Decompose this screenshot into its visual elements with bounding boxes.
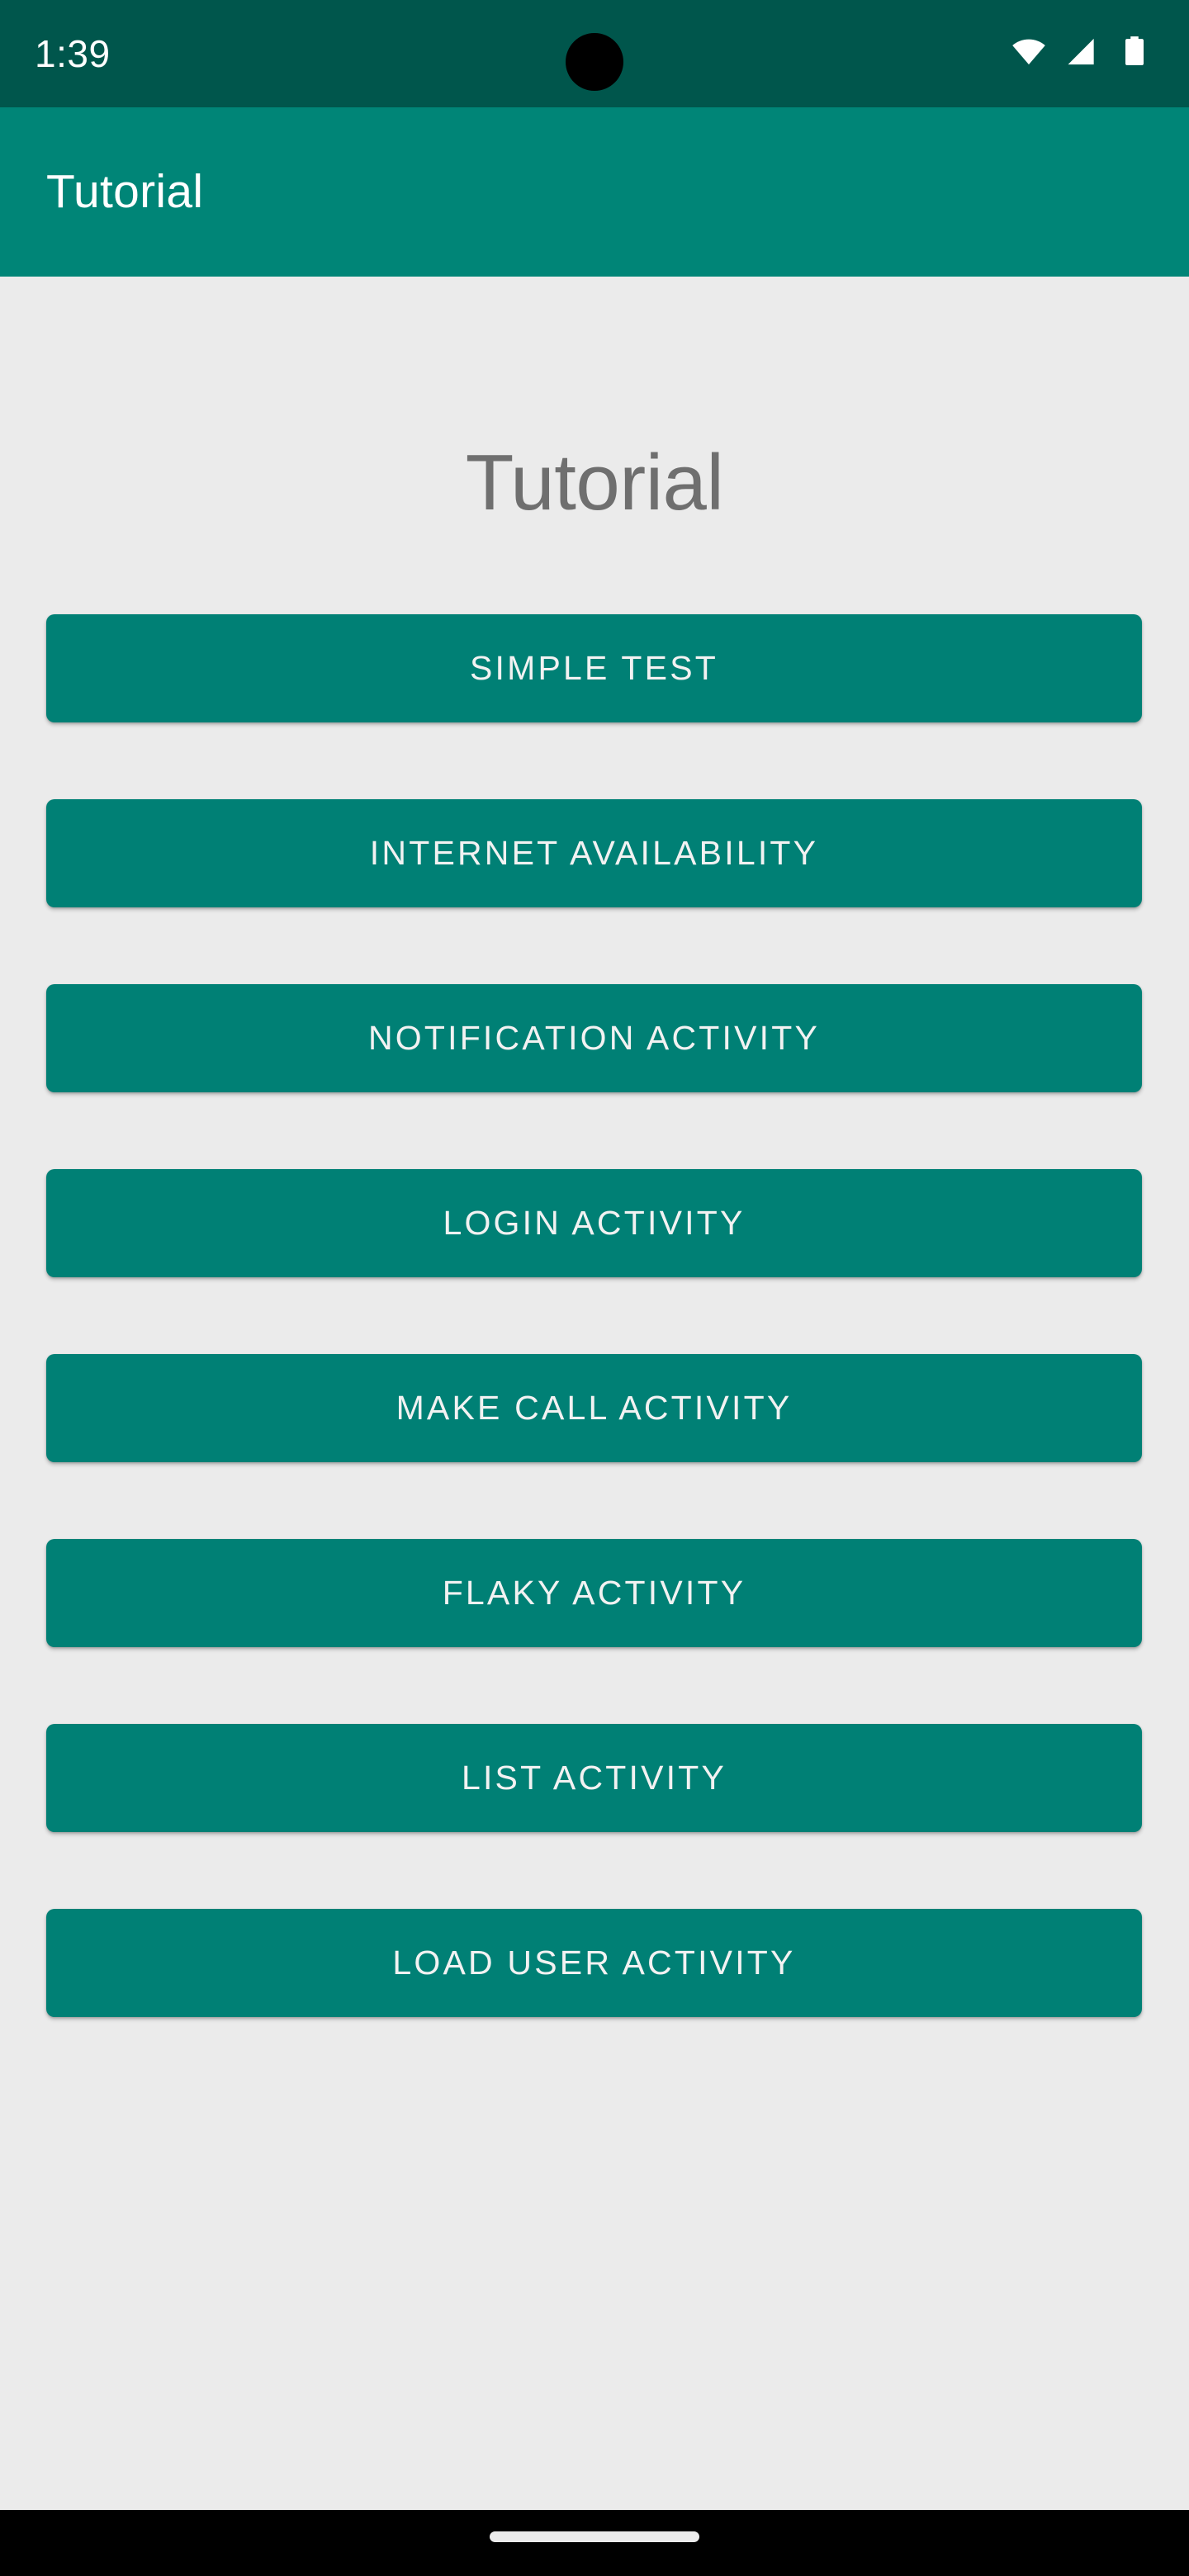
load-user-activity-button[interactable]: LOAD USER ACTIVITY [46,1909,1142,2017]
activity-button-list: SIMPLE TEST INTERNET AVAILABILITY NOTIFI… [46,614,1142,2017]
status-bar-clock: 1:39 [35,32,111,75]
page-title: Tutorial [465,438,724,527]
internet-availability-button[interactable]: INTERNET AVAILABILITY [46,799,1142,907]
wifi-icon [1011,34,1047,74]
cellular-signal-icon [1063,34,1100,74]
system-navigation-bar [0,2510,1189,2576]
status-bar: 1:39 [0,0,1189,107]
app-bar-title: Tutorial [46,165,204,218]
camera-punch-hole [566,33,623,91]
app-bar: Tutorial [0,107,1189,277]
phone-screen: 1:39 Tutorial Tutorial SIMPLE TEST INTER… [0,0,1189,2576]
main-content: Tutorial SIMPLE TEST INTERNET AVAILABILI… [0,277,1189,2510]
simple-test-button[interactable]: SIMPLE TEST [46,614,1142,722]
flaky-activity-button[interactable]: FLAKY ACTIVITY [46,1539,1142,1647]
list-activity-button[interactable]: LIST ACTIVITY [46,1724,1142,1832]
status-bar-icons [1011,34,1153,74]
login-activity-button[interactable]: LOGIN ACTIVITY [46,1169,1142,1277]
home-gesture-pill[interactable] [490,2531,699,2542]
make-call-activity-button[interactable]: MAKE CALL ACTIVITY [46,1354,1142,1462]
battery-icon [1116,34,1153,74]
notification-activity-button[interactable]: NOTIFICATION ACTIVITY [46,984,1142,1092]
